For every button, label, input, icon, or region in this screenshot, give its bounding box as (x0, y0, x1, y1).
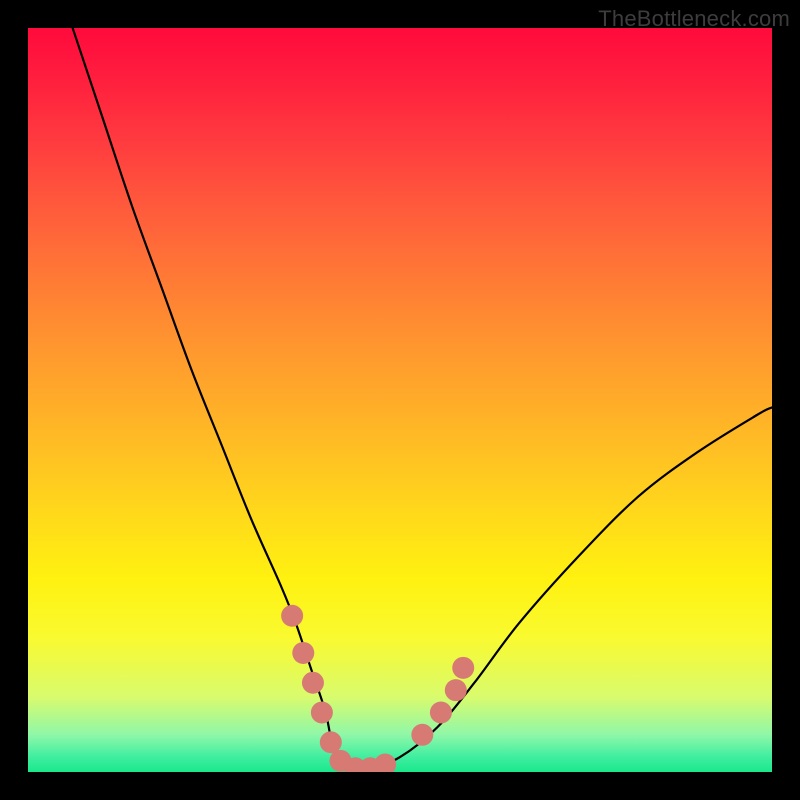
curve-marker (320, 731, 342, 753)
curve-marker (302, 672, 324, 694)
curve-markers (281, 605, 474, 772)
curve-marker (411, 724, 433, 746)
curve-marker (281, 605, 303, 627)
bottleneck-curve-path (73, 28, 772, 769)
curve-marker (430, 701, 452, 723)
curve-marker (445, 679, 467, 701)
curve-marker (311, 701, 333, 723)
plot-area (28, 28, 772, 772)
curve-marker (452, 657, 474, 679)
curve-marker (374, 754, 396, 772)
bottleneck-curve (73, 28, 772, 769)
watermark-text: TheBottleneck.com (598, 6, 790, 32)
chart-frame: TheBottleneck.com (0, 0, 800, 800)
curve-layer (28, 28, 772, 772)
curve-marker (292, 642, 314, 664)
